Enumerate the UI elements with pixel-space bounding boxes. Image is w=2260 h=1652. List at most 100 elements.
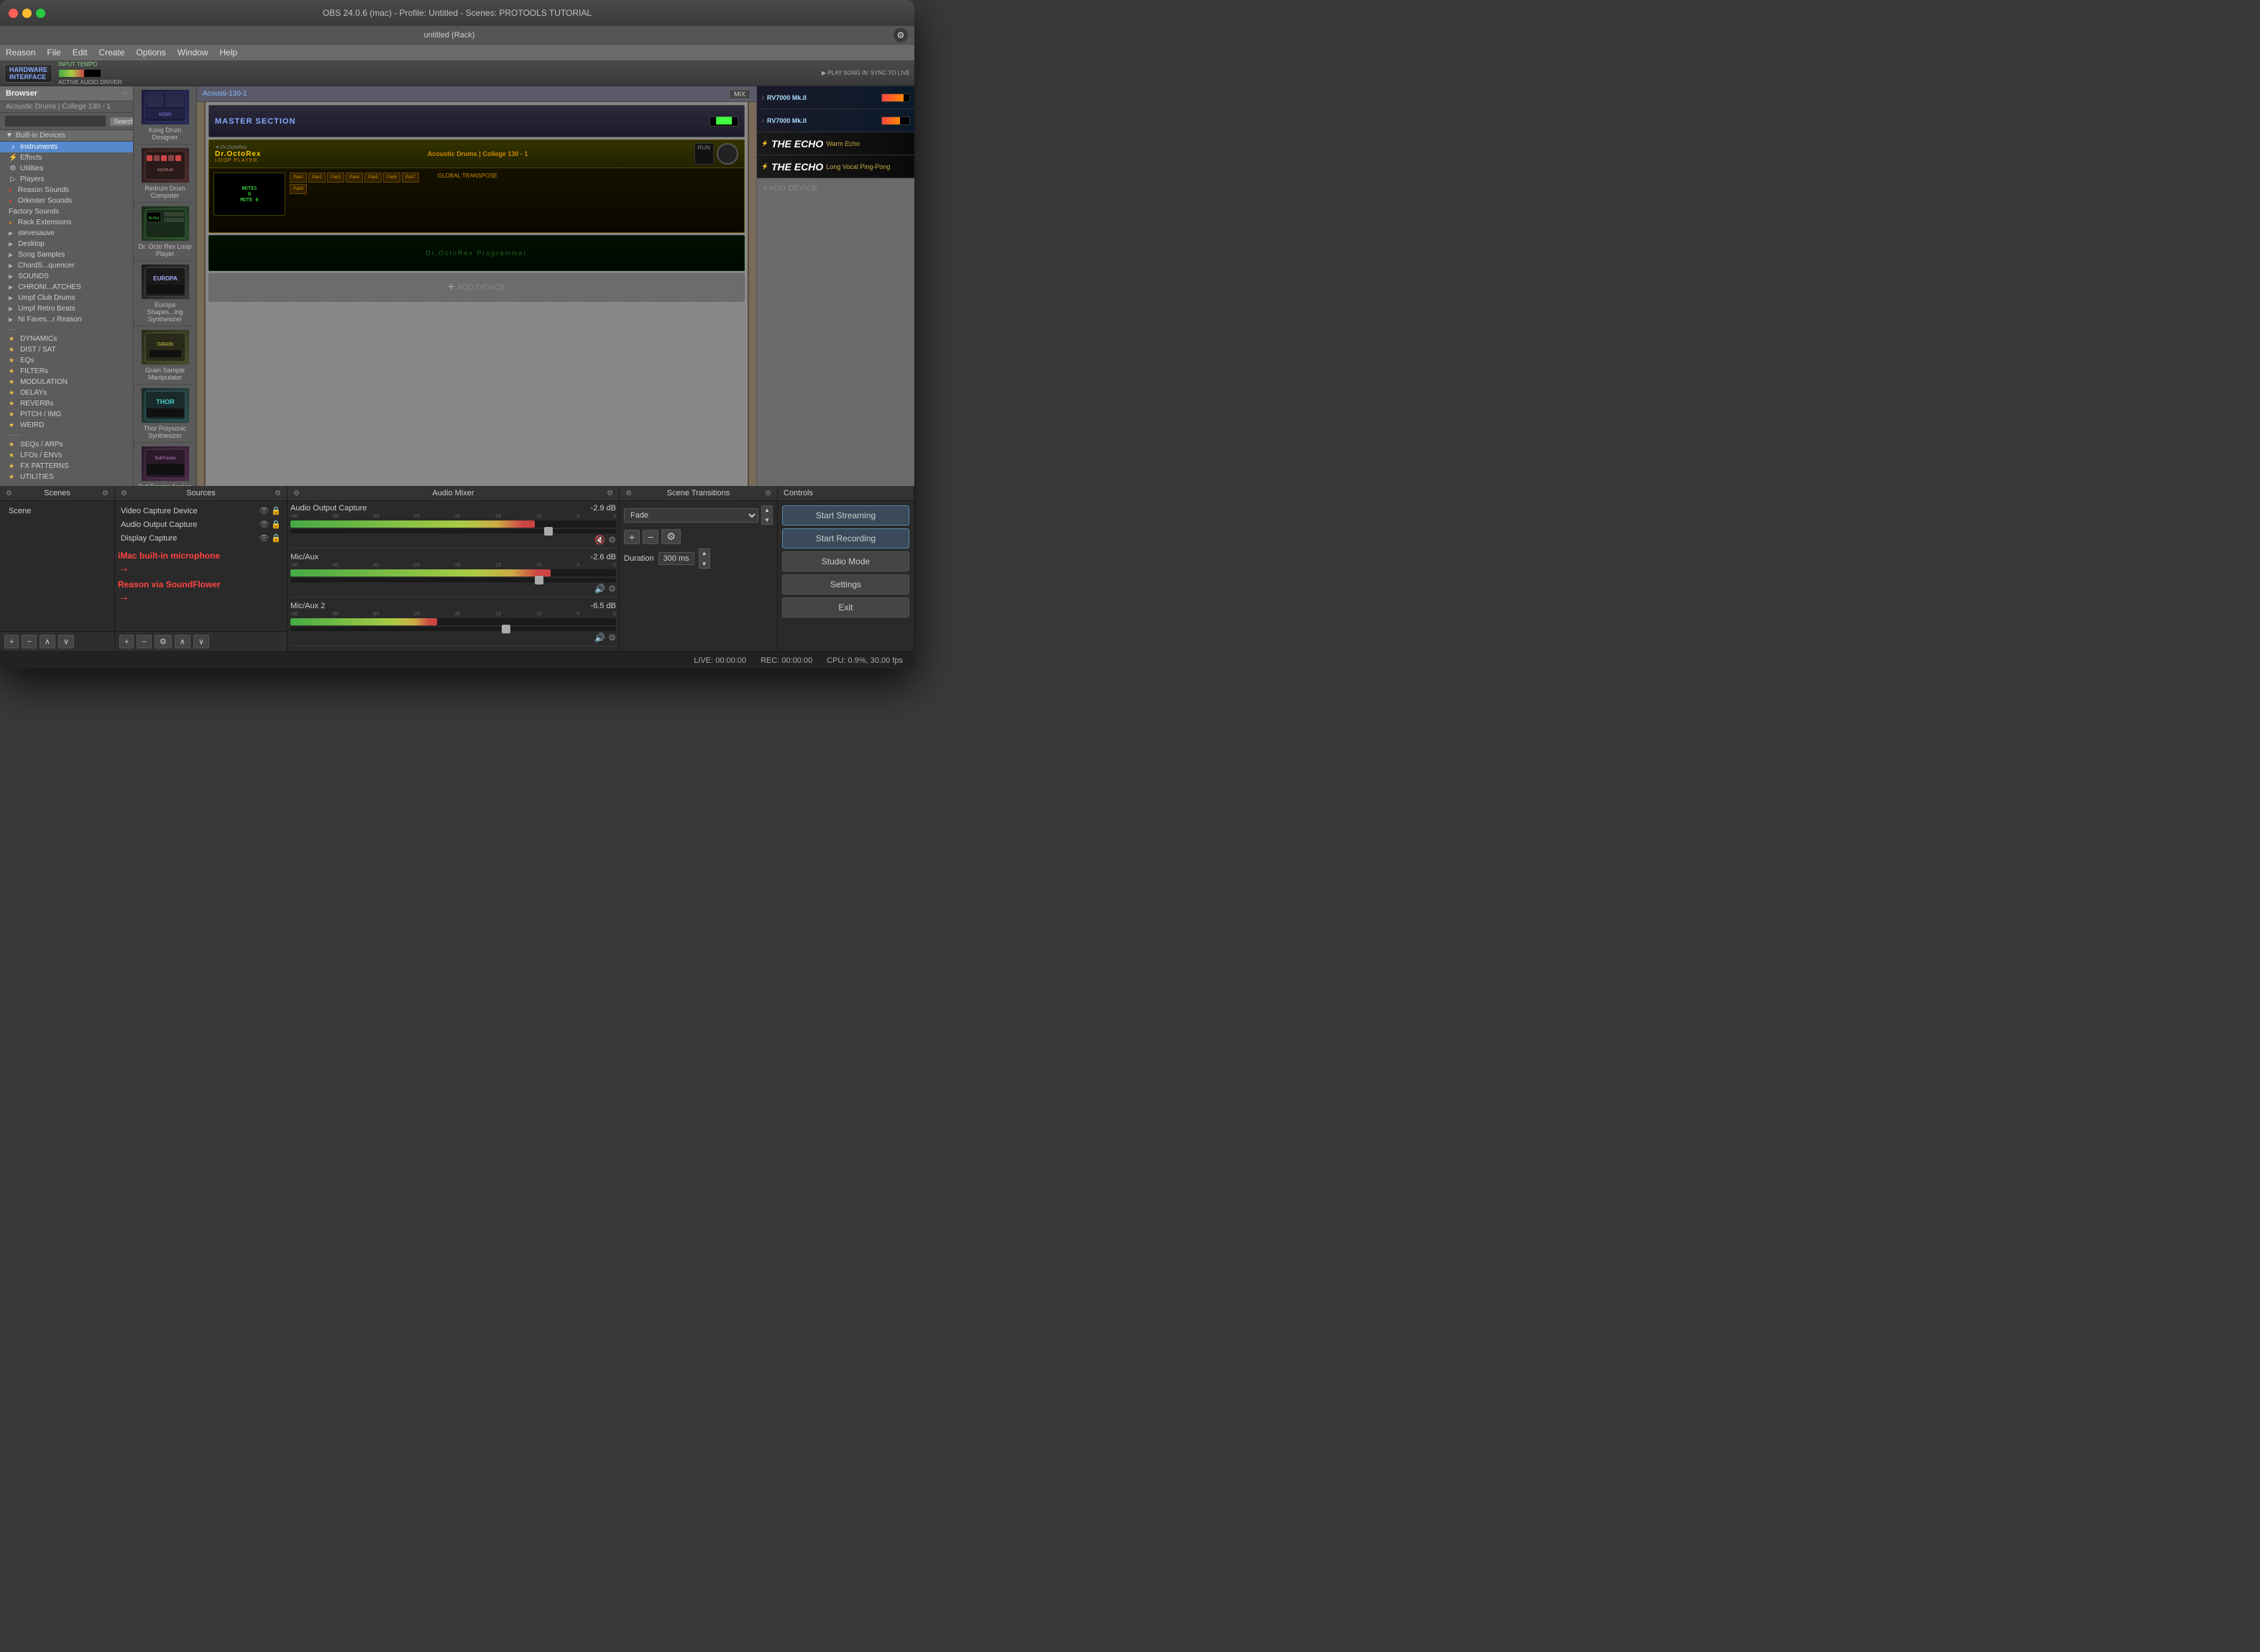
- source-video-capture[interactable]: Video Capture Device 👁 🔒: [118, 504, 284, 518]
- audio-mixer-settings-icon[interactable]: ⚙: [293, 490, 300, 497]
- mixer-ch2-settings-btn[interactable]: ⚙: [608, 633, 616, 643]
- sidebar-item-utilities[interactable]: ⚙ Utilities: [0, 163, 133, 174]
- menu-file[interactable]: File: [47, 47, 60, 58]
- mix-button[interactable]: MIX: [729, 89, 750, 99]
- sidebar-item-players[interactable]: ▷ Players: [0, 174, 133, 185]
- octo-btn-8[interactable]: Pak8: [290, 184, 307, 194]
- transitions-remove-btn[interactable]: −: [643, 530, 658, 544]
- sources-down-btn[interactable]: ∨: [193, 635, 209, 648]
- sidebar-item-song-samples[interactable]: Song Samples: [0, 249, 133, 260]
- browser-toggle[interactable]: ≡: [123, 90, 127, 98]
- studio-mode-btn[interactable]: Studio Mode: [782, 551, 909, 572]
- source-display-eye-icon[interactable]: 👁: [259, 533, 269, 543]
- scenes-lock-icon[interactable]: ⚙: [102, 490, 109, 497]
- mixer-ch2-mute-btn[interactable]: 🔊: [594, 633, 605, 643]
- octo-btn-1[interactable]: Pak1: [290, 173, 307, 183]
- instrument-grain[interactable]: GRAIN Grain Sample Manipulator: [134, 326, 196, 385]
- scenes-up-btn[interactable]: ∧: [40, 635, 55, 648]
- scenes-down-btn[interactable]: ∨: [58, 635, 74, 648]
- exit-btn[interactable]: Exit: [782, 597, 909, 618]
- search-input[interactable]: [4, 115, 106, 127]
- transitions-settings-icon[interactable]: ⚙: [625, 490, 632, 497]
- source-video-lock-icon[interactable]: 🔒: [271, 506, 281, 515]
- sidebar-item-lfos[interactable]: LFOs / ENVs: [0, 450, 133, 461]
- sidebar-item-reason-sounds[interactable]: Reason Sounds: [0, 185, 133, 196]
- sidebar-item-modulation[interactable]: MODULATION: [0, 377, 133, 387]
- sources-settings-icon[interactable]: ⚙: [121, 490, 127, 497]
- sidebar-item-eqs[interactable]: EQs: [0, 355, 133, 366]
- octo-run-btn[interactable]: RUN: [694, 143, 714, 165]
- close-button[interactable]: [9, 9, 18, 18]
- audio-mixer-lock-icon[interactable]: ⚙: [607, 490, 613, 497]
- sidebar-item-sounds[interactable]: SOUNDS: [0, 271, 133, 282]
- octo-btn-7[interactable]: Pak7: [402, 173, 419, 183]
- transitions-add-btn[interactable]: +: [624, 530, 640, 544]
- octo-btn-3[interactable]: Pak3: [327, 173, 344, 183]
- mixer-ch0-mute-btn[interactable]: 🔇: [594, 535, 605, 545]
- add-device-area[interactable]: + ADD DEVICE: [208, 273, 745, 302]
- transitions-select[interactable]: Fade: [624, 508, 758, 523]
- mixer-ch0-fader[interactable]: [290, 529, 616, 533]
- settings-btn[interactable]: Settings: [782, 574, 909, 595]
- sources-up-btn[interactable]: ∧: [175, 635, 190, 648]
- sidebar-item-stevesauve[interactable]: stevesauve: [0, 228, 133, 239]
- search-button[interactable]: Search: [109, 116, 134, 127]
- mixer-ch1-mute-btn[interactable]: 🔊: [594, 584, 605, 594]
- sidebar-item-pitch[interactable]: PITCH / IMG: [0, 409, 133, 420]
- sidebar-item-filters[interactable]: FILTERs: [0, 366, 133, 377]
- source-display-capture[interactable]: Display Capture 👁 🔒: [118, 531, 284, 545]
- start-streaming-btn[interactable]: Start Streaming: [782, 505, 909, 526]
- sidebar-item-chordsequencer[interactable]: ChordS...quencer: [0, 260, 133, 271]
- sidebar-item-seqs[interactable]: SEQs / ARPs: [0, 439, 133, 450]
- maximize-button[interactable]: [36, 9, 45, 18]
- source-video-eye-icon[interactable]: 👁: [259, 506, 269, 515]
- sidebar-item-fx-patterns[interactable]: FX PATTERNS: [0, 461, 133, 472]
- menu-edit[interactable]: Edit: [73, 47, 88, 58]
- source-audio-lock-icon[interactable]: 🔒: [271, 520, 281, 529]
- sidebar-item-instruments[interactable]: ♪ Instruments: [0, 142, 133, 152]
- mixer-ch0-settings-btn[interactable]: ⚙: [608, 535, 616, 545]
- sidebar-item-utilities2[interactable]: UTILITIES: [0, 472, 133, 482]
- menu-options[interactable]: Options: [136, 47, 165, 58]
- scene-item[interactable]: Scene: [3, 504, 111, 518]
- mixer-ch1-fader[interactable]: [290, 578, 616, 582]
- start-recording-btn[interactable]: Start Recording: [782, 528, 909, 549]
- minimize-button[interactable]: [22, 9, 32, 18]
- sidebar-item-umpf-retro[interactable]: Umpf Retro Beats: [0, 303, 133, 314]
- mixer-ch0-thumb[interactable]: [544, 527, 553, 536]
- menu-help[interactable]: Help: [219, 47, 237, 58]
- instrument-europa[interactable]: EUROPA Europa Shapes...ing Synthesizer: [134, 261, 196, 326]
- sidebar-item-rack-extensions[interactable]: Rack Extensions: [0, 217, 133, 228]
- octo-btn-5[interactable]: Pak5: [364, 173, 382, 183]
- menu-window[interactable]: Window: [178, 47, 208, 58]
- source-audio-eye-icon[interactable]: 👁: [259, 520, 269, 529]
- scenes-settings-icon[interactable]: ⚙: [6, 490, 12, 497]
- sidebar-item-delays[interactable]: DELAYs: [0, 387, 133, 398]
- sidebar-item-reverbs[interactable]: REVERBs: [0, 398, 133, 409]
- hardware-interface-btn[interactable]: HARDWAREINTERFACE: [4, 64, 52, 83]
- menu-reason[interactable]: Reason: [6, 47, 35, 58]
- instrument-redrum[interactable]: REDRUM Redrum Drum Computer: [134, 144, 196, 203]
- sidebar-item-ni-faves[interactable]: Ni Faves...r Reason: [0, 314, 133, 325]
- transitions-spinner-down[interactable]: ▼: [761, 515, 773, 525]
- sources-lock-icon[interactable]: ⚙: [275, 490, 281, 497]
- mixer-ch1-thumb[interactable]: [535, 576, 543, 584]
- sidebar-item-desktop[interactable]: Desktop: [0, 239, 133, 249]
- add-device-right[interactable]: + ADD DEVICE: [757, 178, 914, 198]
- duration-spinner-down[interactable]: ▼: [699, 559, 710, 569]
- transitions-spinner-up[interactable]: ▲: [761, 505, 773, 515]
- duration-spinner-up[interactable]: ▲: [699, 549, 710, 558]
- instrument-kong[interactable]: KONG Kong Drum Designer: [134, 86, 196, 144]
- sidebar-item-factory[interactable]: Factory Sounds: [0, 206, 133, 217]
- scenes-add-btn[interactable]: +: [4, 635, 19, 648]
- sidebar-item-effects[interactable]: ⚡ Effects: [0, 152, 133, 163]
- reason-settings-icon[interactable]: ⚙: [893, 27, 909, 43]
- octo-btn-2[interactable]: Pak2: [308, 173, 326, 183]
- mixer-ch2-thumb[interactable]: [502, 625, 510, 633]
- octo-btn-6[interactable]: Pak6: [383, 173, 400, 183]
- scenes-remove-btn[interactable]: −: [22, 635, 36, 648]
- sources-add-btn[interactable]: +: [119, 635, 134, 648]
- instrument-subtractor[interactable]: SubTractor SubTractor Analog Synthesizer: [134, 443, 196, 486]
- source-audio-capture[interactable]: Audio Output Capture 👁 🔒: [118, 518, 284, 531]
- instrument-thor[interactable]: THOR Thor Polysonic Synthesizer: [134, 385, 196, 443]
